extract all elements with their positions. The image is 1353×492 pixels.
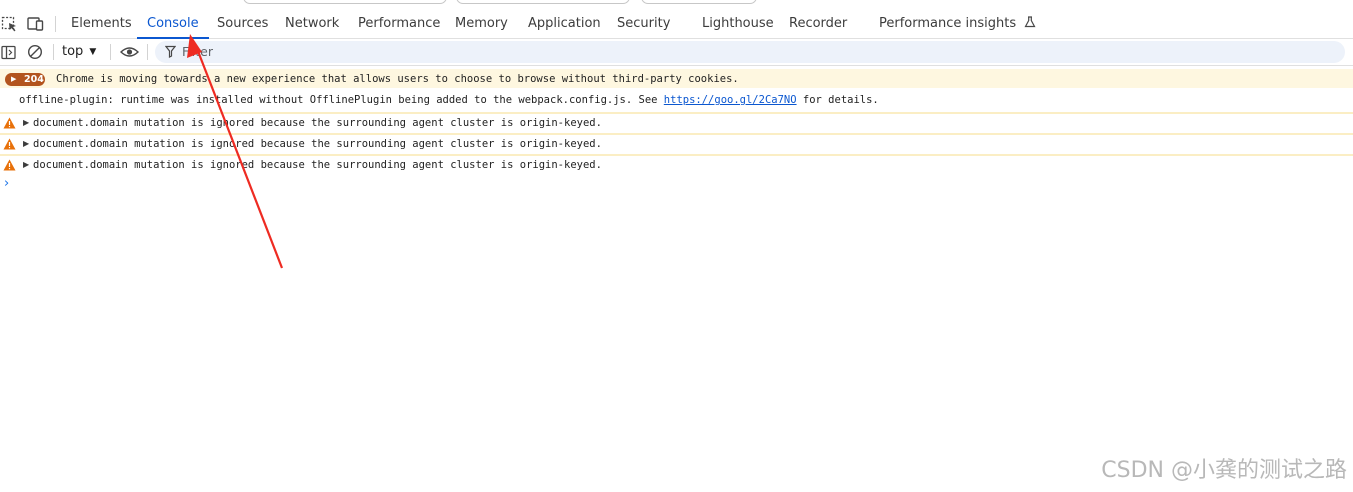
issue-triangle-icon: ▶ (11, 75, 17, 83)
log-text-before: offline-plugin: runtime was installed wi… (19, 94, 664, 106)
warning-icon (3, 159, 16, 171)
warning-message: ▶ document.domain mutation is ignored be… (0, 112, 1353, 129)
filter-placeholder: Filter (182, 44, 213, 59)
issue-message: ▶ 204 Chrome is moving towards a new exp… (0, 69, 1353, 88)
watermark: CSDN @小龚的测试之路 (1101, 458, 1347, 483)
tab-performance[interactable]: Performance (358, 9, 440, 38)
tab-application[interactable]: Application (528, 9, 601, 38)
omnibox-fragment (456, 0, 630, 4)
warning-text: document.domain mutation is ignored beca… (33, 159, 602, 171)
expand-triangle-icon[interactable]: ▶ (23, 134, 29, 154)
docs-link[interactable]: https://goo.gl/2Ca7NO (664, 94, 797, 106)
log-text: offline-plugin: runtime was installed wi… (19, 90, 879, 110)
expand-triangle-icon[interactable]: ▶ (23, 155, 29, 175)
tab-console[interactable]: Console (137, 9, 209, 39)
tab-performance-insights-label: Performance insights (879, 16, 1017, 31)
warning-text: document.domain mutation is ignored beca… (33, 138, 602, 150)
filter-input[interactable]: Filter (155, 41, 1345, 63)
console-prompt[interactable]: › (4, 176, 9, 191)
clear-console-icon[interactable] (26, 43, 44, 61)
tab-memory[interactable]: Memory (455, 9, 508, 38)
divider (147, 44, 148, 60)
sidebar-toggle-icon[interactable] (0, 43, 16, 61)
tab-recorder[interactable]: Recorder (789, 9, 847, 38)
tab-network[interactable]: Network (285, 9, 339, 38)
warning-icon (3, 117, 16, 129)
issue-text: Chrome is moving towards a new experienc… (56, 73, 739, 85)
caret-down-icon: ▼ (89, 47, 97, 57)
warning-message: ▶ document.domain mutation is ignored be… (0, 133, 1353, 150)
inspect-element-icon[interactable] (0, 15, 17, 32)
tab-sources[interactable]: Sources (217, 9, 268, 38)
warning-icon (3, 138, 16, 150)
tab-performance-insights[interactable]: Performance insights (879, 9, 1036, 38)
experiment-flask-icon (1024, 16, 1036, 28)
expand-triangle-icon[interactable]: ▶ (23, 113, 29, 133)
divider (110, 44, 111, 60)
omnibox-fragment (641, 0, 757, 4)
issues-count: 204 (24, 74, 44, 85)
devtools-tab-bar: Elements Console Sources Network Perform… (0, 9, 1353, 39)
live-expression-eye-icon[interactable] (119, 43, 139, 61)
device-toolbar-icon[interactable] (27, 15, 44, 32)
omnibox-fragment (243, 0, 447, 4)
warning-text: document.domain mutation is ignored beca… (33, 117, 602, 129)
console-toolbar: top ▼ Filter (0, 39, 1353, 66)
tab-security[interactable]: Security (617, 9, 670, 38)
tab-elements[interactable]: Elements (71, 9, 132, 38)
divider (55, 16, 56, 32)
context-selector[interactable]: top ▼ (62, 42, 96, 62)
log-text-after: for details. (796, 94, 879, 106)
divider (53, 44, 54, 60)
browser-chrome-fragment (0, 0, 1353, 4)
warning-message: ▶ document.domain mutation is ignored be… (0, 154, 1353, 171)
filter-funnel-icon (165, 45, 176, 58)
issues-count-badge[interactable]: ▶ 204 (5, 73, 45, 86)
context-selector-label: top (62, 44, 84, 59)
tab-lighthouse[interactable]: Lighthouse (702, 9, 774, 38)
